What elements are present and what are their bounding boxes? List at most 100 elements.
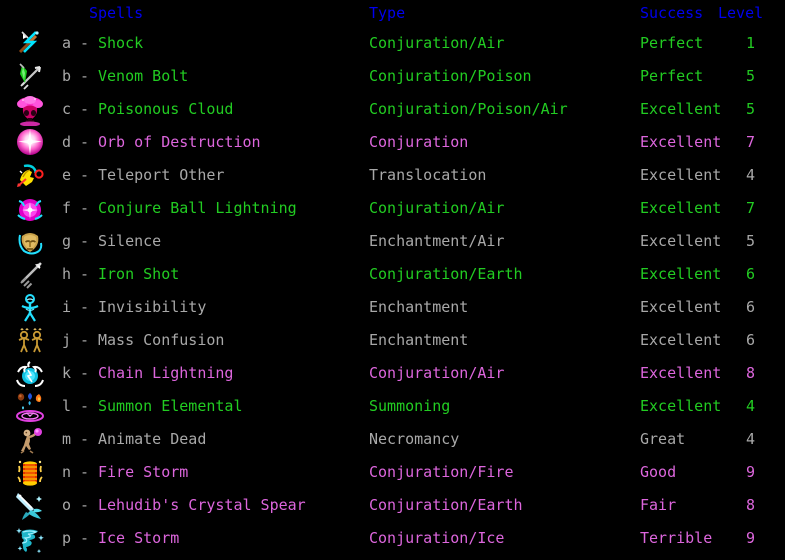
spell-row[interactable]: f - Conjure Ball Lightning Conjuration/Air E… [0, 192, 785, 225]
spell-row[interactable]: j - Mass Confusion Enchantment Excellent 6 [0, 324, 785, 357]
column-header-level: Level [718, 4, 764, 22]
spell-type: Enchantment [369, 298, 469, 316]
spell-name[interactable]: Mass Confusion [98, 324, 224, 357]
spell-level: 6 [745, 265, 755, 283]
spell-name[interactable]: Venom Bolt [98, 60, 188, 93]
spell-level: 8 [745, 496, 755, 514]
spell-level: 8 [745, 364, 755, 382]
spell-separator: - [80, 364, 90, 382]
teleport-hand-icon [14, 159, 50, 192]
spell-hotkey[interactable]: d [62, 126, 71, 159]
spell-separator: - [80, 100, 90, 118]
spell-row[interactable]: p - Ice Storm Conjuration/Ice Terrible 9 [0, 522, 785, 555]
spell-hotkey[interactable]: f [62, 192, 71, 225]
spell-separator: - [80, 331, 90, 349]
spell-row[interactable]: o - Lehudib's Crystal Spear Conjuration/Ear… [0, 489, 785, 522]
spell-name[interactable]: Orb of Destruction [98, 126, 261, 159]
spell-hotkey[interactable]: a [62, 27, 71, 60]
poison-skull-cloud-icon [14, 93, 50, 126]
spell-separator: - [80, 529, 90, 547]
spell-type: Summoning [369, 397, 451, 415]
spell-name[interactable]: Invisibility [98, 291, 206, 324]
spell-separator: - [80, 199, 90, 217]
spell-hotkey[interactable]: c [62, 93, 71, 126]
summon-elemental-circle-icon [14, 390, 50, 423]
spell-hotkey[interactable]: m [62, 423, 71, 456]
spell-separator: - [80, 265, 90, 283]
spell-success: Excellent [640, 100, 722, 118]
spell-type: Necromancy [369, 430, 460, 448]
animate-dead-corpse-icon [14, 423, 50, 456]
spell-row[interactable]: a - Shock Conjuration/Air Perfect 1 [0, 27, 785, 60]
spell-hotkey[interactable]: e [62, 159, 71, 192]
spell-row[interactable]: l - Summon Elemental Summoning Excellent 4 [0, 390, 785, 423]
spell-level: 1 [745, 34, 755, 52]
spell-row[interactable]: n - Fire Storm Conjuration/Fire Good 9 [0, 456, 785, 489]
column-header-row: Spells Type Success Level [0, 0, 785, 27]
spell-row[interactable]: c - Poisonous Cloud Conjuration/Poison/Air E… [0, 93, 785, 126]
spell-type: Conjuration/Ice [369, 529, 505, 547]
spell-separator: - [80, 496, 90, 514]
crystal-spear-icon [14, 489, 50, 522]
spell-level: 9 [745, 463, 755, 481]
spell-name[interactable]: Animate Dead [98, 423, 206, 456]
spell-hotkey[interactable]: k [62, 357, 71, 390]
spell-name[interactable]: Lehudib's Crystal Spear [98, 489, 306, 522]
spell-row[interactable]: g - Silence Enchantment/Air Excellent 5 [0, 225, 785, 258]
spell-level: 4 [745, 430, 755, 448]
spell-success: Excellent [640, 265, 722, 283]
spell-name[interactable]: Iron Shot [98, 258, 179, 291]
spell-level: 4 [745, 166, 755, 184]
spell-name[interactable]: Teleport Other [98, 159, 224, 192]
invisibility-figure-icon [14, 291, 50, 324]
spell-name[interactable]: Summon Elemental [98, 390, 243, 423]
spell-success: Excellent [640, 166, 722, 184]
iron-shot-dart-icon [14, 258, 50, 291]
spell-level: 7 [745, 133, 755, 151]
spell-hotkey[interactable]: h [62, 258, 71, 291]
spell-name[interactable]: Shock [98, 27, 143, 60]
spell-level: 6 [745, 298, 755, 316]
spell-hotkey[interactable]: l [62, 390, 71, 423]
orb-of-destruction-icon [14, 126, 50, 159]
spell-hotkey[interactable]: i [62, 291, 71, 324]
ball-lightning-icon [14, 192, 50, 225]
spell-hotkey[interactable]: o [62, 489, 71, 522]
chain-lightning-orb-icon [14, 357, 50, 390]
spell-row[interactable]: k - Chain Lightning Conjuration/Air Excellen… [0, 357, 785, 390]
spell-type: Conjuration/Earth [369, 496, 523, 514]
spell-hotkey[interactable]: p [62, 522, 71, 555]
spell-success: Perfect [640, 34, 704, 52]
spell-separator: - [80, 232, 90, 250]
spell-row[interactable]: h - Iron Shot Conjuration/Earth Excellent 6 [0, 258, 785, 291]
spell-type: Conjuration/Earth [369, 265, 523, 283]
spell-name[interactable]: Fire Storm [98, 456, 188, 489]
spell-row[interactable]: e - Teleport Other Translocation Excellent 4 [0, 159, 785, 192]
spell-success: Fair [640, 496, 677, 514]
spell-row[interactable]: m - Animate Dead Necromancy Great 4 [0, 423, 785, 456]
spell-hotkey[interactable]: b [62, 60, 71, 93]
spell-name[interactable]: Ice Storm [98, 522, 179, 555]
spell-hotkey[interactable]: g [62, 225, 71, 258]
spell-success: Good [640, 463, 677, 481]
wand-shock-icon [14, 27, 50, 60]
spell-name[interactable]: Poisonous Cloud [98, 93, 233, 126]
spell-success: Excellent [640, 298, 722, 316]
spell-separator: - [80, 298, 90, 316]
spell-hotkey[interactable]: n [62, 456, 71, 489]
spell-separator: - [80, 430, 90, 448]
fire-storm-column-icon [14, 456, 50, 489]
venom-bolt-icon [14, 60, 50, 93]
spell-type: Conjuration [369, 133, 469, 151]
spell-name[interactable]: Chain Lightning [98, 357, 233, 390]
spell-row[interactable]: d - Orb of Destruction Conjuration Excellent… [0, 126, 785, 159]
spell-row[interactable]: b - Venom Bolt Conjuration/Poison Perfect 5 [0, 60, 785, 93]
spell-level: 5 [745, 232, 755, 250]
silence-mask-icon [14, 225, 50, 258]
spell-row[interactable]: i - Invisibility Enchantment Excellent 6 [0, 291, 785, 324]
spell-hotkey[interactable]: j [62, 324, 71, 357]
spell-separator: - [80, 133, 90, 151]
spell-name[interactable]: Conjure Ball Lightning [98, 192, 297, 225]
spell-name[interactable]: Silence [98, 225, 161, 258]
spell-type: Conjuration/Poison [369, 67, 532, 85]
